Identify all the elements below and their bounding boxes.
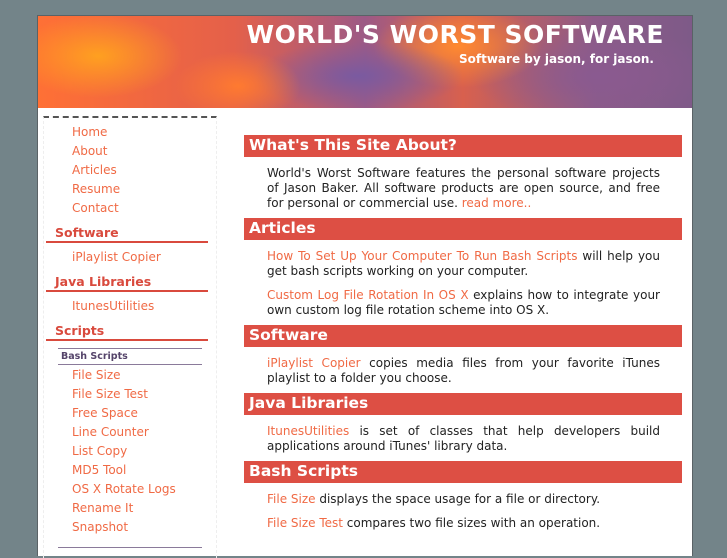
section-heading: Articles: [244, 218, 682, 240]
bash-desc: displays the space usage for a file or d…: [315, 492, 601, 506]
article-link[interactable]: Custom Log File Rotation In OS X: [267, 288, 469, 302]
sidebar: Home About Articles Resume Contact Softw…: [43, 116, 217, 558]
nav-file-size[interactable]: File Size: [44, 366, 216, 385]
article-item: Custom Log File Rotation In OS X explain…: [267, 288, 660, 318]
bash-link[interactable]: File Size Test: [267, 516, 343, 530]
site-title: WORLD'S WORST SOFTWARE: [246, 20, 664, 49]
software-link[interactable]: iPlaylist Copier: [267, 356, 361, 370]
section-articles: Articles How To Set Up Your Computer To …: [244, 218, 682, 318]
nav-itunesutilities[interactable]: ItunesUtilities: [44, 297, 216, 316]
page: WORLD'S WORST SOFTWARE Software by jason…: [37, 15, 693, 558]
java-item: ItunesUtilities is set of classes that h…: [267, 424, 660, 454]
main-content: What's This Site About? World's Worst So…: [244, 135, 682, 538]
nav-rename-it[interactable]: Rename It: [44, 499, 216, 518]
nav-articles[interactable]: Articles: [44, 161, 216, 180]
bash-nav: File Size File Size Test Free Space Line…: [44, 366, 216, 537]
nav-contact[interactable]: Contact: [44, 199, 216, 218]
bash-item: File Size Test compares two file sizes w…: [267, 516, 660, 531]
read-more-link[interactable]: read more..: [462, 196, 532, 210]
nav-free-space[interactable]: Free Space: [44, 404, 216, 423]
software-nav: iPlaylist Copier: [44, 248, 216, 267]
section-heading: What's This Site About?: [244, 135, 682, 157]
sidebar-subheading-cutoff: [58, 547, 202, 558]
section-heading: Java Libraries: [244, 393, 682, 415]
nav-line-counter[interactable]: Line Counter: [44, 423, 216, 442]
nav-snapshot[interactable]: Snapshot: [44, 518, 216, 537]
java-nav: ItunesUtilities: [44, 297, 216, 316]
section-software: Software iPlaylist Copier copies media f…: [244, 325, 682, 386]
article-item: How To Set Up Your Computer To Run Bash …: [267, 249, 660, 279]
about-paragraph: World's Worst Software features the pers…: [267, 166, 660, 211]
software-item: iPlaylist Copier copies media files from…: [267, 356, 660, 386]
article-link[interactable]: How To Set Up Your Computer To Run Bash …: [267, 249, 577, 263]
section-java: Java Libraries ItunesUtilities is set of…: [244, 393, 682, 454]
sidebar-heading-java: Java Libraries: [46, 272, 208, 292]
sidebar-heading-scripts: Scripts: [46, 321, 208, 341]
site-subtitle: Software by jason, for jason.: [459, 52, 654, 66]
java-link[interactable]: ItunesUtilities: [267, 424, 349, 438]
section-about: What's This Site About? World's Worst So…: [244, 135, 682, 211]
bash-item: File Size displays the space usage for a…: [267, 492, 660, 507]
nav-iplaylist-copier[interactable]: iPlaylist Copier: [44, 248, 216, 267]
nav-md5-tool[interactable]: MD5 Tool: [44, 461, 216, 480]
nav-resume[interactable]: Resume: [44, 180, 216, 199]
section-bash: Bash Scripts File Size displays the spac…: [244, 461, 682, 531]
sidebar-subheading-bash: Bash Scripts: [58, 348, 202, 365]
nav-list-copy[interactable]: List Copy: [44, 442, 216, 461]
nav-home[interactable]: Home: [44, 123, 216, 142]
site-header-banner: WORLD'S WORST SOFTWARE Software by jason…: [38, 16, 692, 108]
main-nav: Home About Articles Resume Contact: [44, 123, 216, 218]
section-heading: Software: [244, 325, 682, 347]
bash-desc: compares two file sizes with an operatio…: [342, 516, 601, 530]
section-heading: Bash Scripts: [244, 461, 682, 483]
nav-about[interactable]: About: [44, 142, 216, 161]
nav-osx-rotate-logs[interactable]: OS X Rotate Logs: [44, 480, 216, 499]
bash-link[interactable]: File Size: [267, 492, 316, 506]
nav-file-size-test[interactable]: File Size Test: [44, 385, 216, 404]
sidebar-heading-software: Software: [46, 223, 208, 243]
